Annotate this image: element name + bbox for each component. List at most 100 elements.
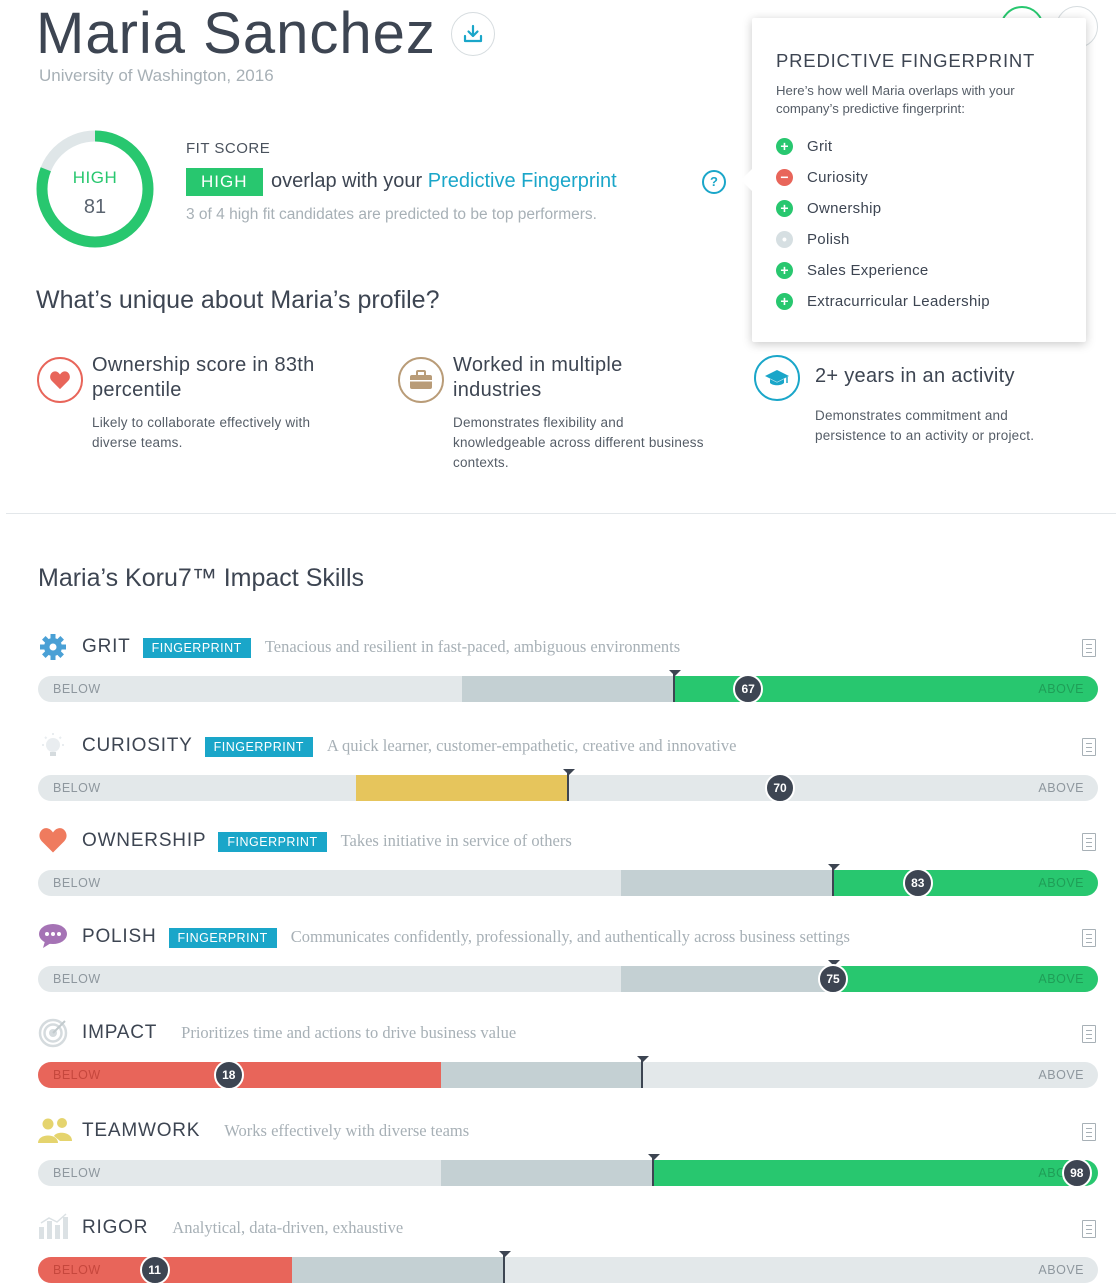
graduation-cap-icon bbox=[765, 370, 789, 386]
skill-bar-polish: BELOW ABOVE bbox=[38, 966, 1098, 992]
bar-chart-icon bbox=[38, 1213, 70, 1244]
skill-name-rigor: RIGOR bbox=[82, 1217, 149, 1238]
popover-title: PREDICTIVE FINGERPRINT bbox=[776, 50, 1036, 71]
below-label: BELOW bbox=[53, 1263, 101, 1277]
skill-bar-grit: BELOW ABOVE bbox=[38, 676, 1098, 702]
highlight-title-2: Worked in multiple industries bbox=[453, 353, 743, 403]
fingerprint-badge: FINGERPRINT bbox=[168, 928, 277, 948]
below-label: BELOW bbox=[53, 972, 101, 986]
heart-icon bbox=[50, 371, 70, 390]
skill-description-polish: Communicates confidently, professionally… bbox=[290, 927, 850, 946]
skill-name-curiosity: CURIOSITY bbox=[82, 735, 193, 756]
skill-description-teamwork: Works effectively with diverse teams bbox=[224, 1121, 470, 1140]
document-icon[interactable] bbox=[1082, 639, 1096, 657]
highlight-desc-2-line3: contexts. bbox=[453, 455, 509, 470]
skill-name-polish: POLISH bbox=[82, 926, 157, 947]
above-label: ABOVE bbox=[1038, 876, 1084, 890]
score-segment bbox=[356, 775, 568, 801]
skill-bar-teamwork: BELOWABOVE bbox=[38, 1160, 1098, 1186]
plus-status-icon: + bbox=[776, 199, 793, 217]
below-label: BELOW bbox=[53, 682, 101, 696]
highlight-title-1-line1: Ownership score in 83th bbox=[92, 354, 315, 376]
benchmark-marker bbox=[832, 866, 834, 896]
education-subtitle: University of Washington, 2016 bbox=[39, 66, 274, 85]
plus-status-icon: + bbox=[776, 292, 793, 310]
candidate-name: Maria Sanchez bbox=[36, 1, 436, 66]
popover-item-label: Sales Experience bbox=[807, 261, 929, 279]
document-icon[interactable] bbox=[1082, 833, 1096, 851]
highlight-title-2-line2: industries bbox=[453, 379, 542, 401]
highlight-desc-1-line2: diverse teams. bbox=[92, 435, 183, 450]
help-icon[interactable]: ? bbox=[702, 170, 726, 194]
benchmark-marker-head bbox=[669, 670, 681, 676]
benchmark-marker bbox=[641, 1058, 644, 1088]
plus-status-icon: + bbox=[776, 261, 793, 279]
document-icon[interactable] bbox=[1082, 738, 1096, 756]
briefcase-icon bbox=[410, 370, 432, 389]
score-indicator: 75 bbox=[818, 964, 848, 994]
highlight-title-1: Ownership score in 83th percentile bbox=[92, 353, 382, 403]
highlight-title-1-line2: percentile bbox=[92, 379, 182, 401]
fingerprint-range bbox=[621, 870, 833, 896]
predictive-fingerprint-link[interactable]: Predictive Fingerprint bbox=[428, 170, 617, 192]
section-divider bbox=[6, 513, 1116, 514]
skill-name-impact: IMPACT bbox=[82, 1022, 158, 1043]
fingerprint-range bbox=[621, 966, 833, 992]
skill-description-grit: Tenacious and resilient in fast-paced, a… bbox=[264, 637, 681, 656]
download-button[interactable] bbox=[451, 12, 495, 56]
fingerprint-badge: FINGERPRINT bbox=[204, 737, 313, 757]
below-label: BELOW bbox=[53, 781, 101, 795]
skill-description-curiosity: A quick learner, customer-empathetic, cr… bbox=[326, 736, 737, 755]
highlight-desc-2-line1: Demonstrates flexibility and bbox=[453, 415, 624, 430]
fingerprint-range bbox=[292, 1257, 505, 1283]
popover-description: Here’s how well Maria overlaps with your… bbox=[776, 83, 1015, 116]
skill-description-ownership: Takes initiative in service of others bbox=[340, 831, 572, 850]
below-label: BELOW bbox=[53, 876, 101, 890]
benchmark-marker-head bbox=[499, 1251, 512, 1257]
popover-item-sales-experience: + Sales Experience bbox=[776, 259, 929, 281]
below-label: BELOW bbox=[53, 1166, 101, 1180]
fingerprint-range bbox=[440, 1062, 643, 1088]
heart-icon bbox=[38, 826, 68, 859]
download-icon bbox=[463, 24, 483, 43]
highlight-desc-3: Demonstrates commitment and persistence … bbox=[815, 406, 1105, 446]
skill-bar-impact: BELOW ABOVE bbox=[38, 1062, 1098, 1088]
lightbulb-icon bbox=[38, 731, 68, 766]
plus-status-icon: + bbox=[776, 137, 793, 155]
document-icon[interactable] bbox=[1082, 929, 1096, 947]
skill-description-rigor: Analytical, data-driven, exhaustive bbox=[172, 1218, 404, 1237]
popover-item-label: Grit bbox=[807, 137, 833, 155]
gear-icon bbox=[38, 632, 68, 667]
speech-bubble-icon bbox=[38, 922, 68, 955]
benchmark-marker-head bbox=[637, 1056, 650, 1062]
skill-bar-ownership: BELOW ABOVE bbox=[38, 870, 1098, 896]
benchmark-marker-head bbox=[647, 1154, 660, 1160]
highlight-desc-3-line1: Demonstrates commitment and bbox=[815, 408, 1008, 423]
skills-section-title: Maria’s Koru7™ Impact Skills bbox=[38, 564, 365, 592]
benchmark-marker bbox=[673, 672, 675, 702]
popover-item-label: Curiosity bbox=[807, 168, 869, 186]
score-indicator: 98 bbox=[1061, 1158, 1092, 1188]
people-icon bbox=[38, 1116, 72, 1149]
neutral-status-icon: • bbox=[776, 230, 793, 248]
benchmark-marker bbox=[567, 771, 569, 801]
predictive-fingerprint-popover: PREDICTIVE FINGERPRINT Here’s how well M… bbox=[752, 18, 1086, 342]
above-label: ABOVE bbox=[1038, 972, 1084, 986]
highlight-desc-1: Likely to collaborate effectively with d… bbox=[92, 413, 382, 453]
score-indicator: 67 bbox=[733, 674, 764, 704]
fit-overlap-text: overlap with your Predictive Fingerprint bbox=[271, 170, 617, 193]
above-label: ABOVE bbox=[1038, 682, 1084, 696]
fingerprint-range bbox=[462, 676, 674, 702]
popover-item-label: Extracurricular Leadership bbox=[807, 292, 990, 310]
document-icon[interactable] bbox=[1082, 1025, 1096, 1043]
highlight-icon-1 bbox=[37, 357, 83, 403]
document-icon[interactable] bbox=[1082, 1220, 1096, 1238]
above-label: ABOVE bbox=[1038, 1263, 1084, 1277]
popover-item-polish: • Polish bbox=[776, 228, 850, 250]
highlight-icon-3 bbox=[754, 355, 800, 401]
score-indicator: 18 bbox=[213, 1060, 244, 1090]
highlight-title-3-line1: 2+ years in an activity bbox=[815, 365, 1015, 387]
above-label: ABOVE bbox=[1038, 1068, 1084, 1082]
document-icon[interactable] bbox=[1082, 1123, 1096, 1141]
popover-item-curiosity: − Curiosity bbox=[776, 166, 868, 188]
